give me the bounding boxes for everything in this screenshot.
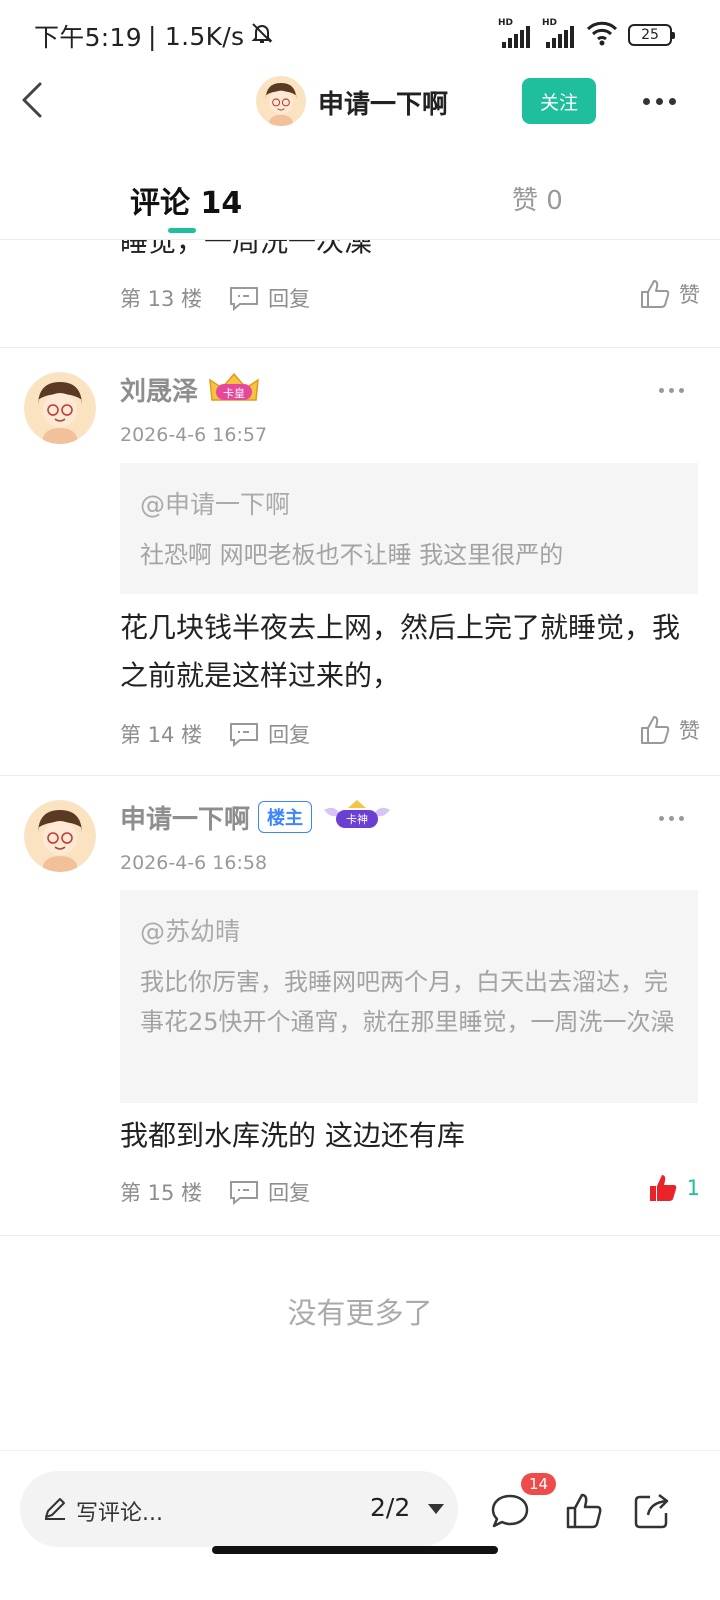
svg-text:卡皇: 卡皇 bbox=[223, 386, 245, 400]
status-time: 下午5:19 bbox=[34, 23, 142, 52]
status-right: HD HD 25 bbox=[498, 18, 675, 50]
crown-badge-icon: 卡皇 bbox=[206, 370, 262, 408]
comment-timestamp: 2026-4-6 16:58 bbox=[120, 852, 268, 874]
username[interactable]: 申请一下啊 bbox=[120, 799, 250, 836]
more-options-icon[interactable] bbox=[643, 98, 676, 105]
floor-label: 第 13 楼 bbox=[120, 287, 203, 311]
signal-icon-2: HD bbox=[542, 18, 576, 48]
battery-icon: 25 bbox=[628, 24, 675, 46]
list-item: 睡觉，一周洗一次澡 第 13 楼 回复 赞 bbox=[0, 240, 720, 348]
reply-icon bbox=[230, 723, 259, 747]
bottom-bar: 写评论... 2/2 14 bbox=[0, 1450, 720, 1600]
comment-meta: 第 14 楼 回复 赞 bbox=[120, 714, 700, 754]
username[interactable]: 刘晟泽 bbox=[120, 371, 198, 408]
comment-body-fragment: 睡觉，一周洗一次澡 bbox=[120, 240, 373, 258]
thumb-up-icon bbox=[641, 716, 670, 744]
status-net-speed: | 1.5K/s bbox=[147, 21, 245, 51]
comment-body: 我都到水库洗的 这边还有库 bbox=[120, 1119, 465, 1152]
quoted-text: 社恐啊 网吧老板也不让睡 我这里很严的 bbox=[140, 541, 564, 569]
quoted-text: 我比你厉害，我睡网吧两个月，白天出去溜达，完事花25快开个通宵，就在那里睡觉，一… bbox=[140, 968, 675, 1036]
like-button[interactable]: 赞 bbox=[639, 714, 700, 746]
like-button[interactable]: 赞 bbox=[639, 278, 700, 310]
no-more-label: 没有更多了 bbox=[287, 1296, 433, 1330]
quoted-reply[interactable]: @苏幼晴 我比你厉害，我睡网吧两个月，白天出去溜达，完事花25快开个通宵，就在那… bbox=[120, 890, 698, 1103]
like-count: 1 bbox=[686, 1176, 700, 1200]
signal-icon: HD bbox=[498, 18, 532, 48]
like-button[interactable]: 1 bbox=[647, 1172, 700, 1204]
comment-header: 申请一下啊 楼主 卡神 bbox=[120, 798, 394, 836]
comment-count-badge: 14 bbox=[521, 1473, 557, 1495]
comment-meta: 第 13 楼 回复 赞 bbox=[120, 278, 700, 318]
tab-likes[interactable]: 赞 0 bbox=[512, 180, 563, 217]
page-indicator[interactable]: 2/2 bbox=[370, 1493, 410, 1522]
home-indicator[interactable] bbox=[212, 1546, 498, 1554]
pen-icon bbox=[42, 1495, 68, 1525]
thumb-up-filled-icon bbox=[649, 1175, 676, 1201]
header-avatar[interactable] bbox=[256, 76, 306, 126]
more-options-icon[interactable] bbox=[659, 816, 684, 821]
reply-icon bbox=[230, 1181, 259, 1205]
floor-label: 第 15 楼 bbox=[120, 1181, 203, 1205]
top-nav: 申请一下啊 关注 bbox=[0, 70, 720, 132]
comment-item: 申请一下啊 楼主 卡神 2026-4-6 16:58 @苏幼晴 我比你厉害，我睡… bbox=[0, 776, 720, 1236]
battery-level: 25 bbox=[641, 27, 659, 43]
comment-tabs: 评论 14 赞 0 bbox=[0, 160, 720, 240]
comment-input-placeholder: 写评论... bbox=[76, 1501, 163, 1526]
comment-meta: 第 15 楼 回复 1 bbox=[120, 1172, 700, 1212]
comment-timestamp: 2026-4-6 16:57 bbox=[120, 424, 268, 446]
comment-body: 花几块钱半夜去上网，然后上完了就睡觉，我之前就是这样过来的， bbox=[120, 611, 681, 692]
floor-label: 第 14 楼 bbox=[120, 723, 203, 747]
wings-badge-icon: 卡神 bbox=[320, 798, 394, 836]
comment-input[interactable]: 写评论... 2/2 bbox=[20, 1471, 458, 1547]
more-options-icon[interactable] bbox=[659, 388, 684, 393]
comment-icon[interactable] bbox=[490, 1491, 530, 1535]
follow-button[interactable]: 关注 bbox=[522, 78, 596, 124]
reply-button[interactable]: 回复 bbox=[228, 283, 310, 313]
svg-text:卡神: 卡神 bbox=[346, 812, 368, 826]
reply-button[interactable]: 回复 bbox=[228, 1177, 310, 1207]
share-icon[interactable] bbox=[632, 1491, 672, 1535]
back-button[interactable] bbox=[18, 80, 48, 120]
quoted-reply[interactable]: @申请一下啊 社恐啊 网吧老板也不让睡 我这里很严的 bbox=[120, 463, 698, 594]
avatar[interactable] bbox=[24, 372, 96, 444]
quoted-user: @苏幼晴 bbox=[140, 917, 241, 946]
thumb-up-icon[interactable] bbox=[564, 1491, 604, 1535]
tab-comments[interactable]: 评论 14 bbox=[130, 178, 242, 222]
quoted-user: @申请一下啊 bbox=[140, 490, 291, 519]
comment-list: 睡觉，一周洗一次澡 第 13 楼 回复 赞 刘晟泽 卡皇 2026-4-6 16… bbox=[0, 240, 720, 1236]
thumb-up-icon bbox=[641, 280, 670, 308]
avatar[interactable] bbox=[24, 800, 96, 872]
active-tab-indicator bbox=[168, 228, 196, 233]
mute-bell-icon bbox=[250, 21, 274, 51]
status-left: 下午5:19 | 1.5K/s bbox=[34, 18, 274, 54]
owner-badge: 楼主 bbox=[258, 801, 313, 833]
wifi-icon bbox=[586, 20, 618, 50]
reply-icon bbox=[230, 287, 259, 311]
comment-item: 刘晟泽 卡皇 2026-4-6 16:57 @申请一下啊 社恐啊 网吧老板也不让… bbox=[0, 348, 720, 776]
status-bar: 下午5:19 | 1.5K/s HD HD 25 bbox=[0, 0, 720, 70]
header-title[interactable]: 申请一下啊 bbox=[318, 84, 448, 121]
chevron-down-icon[interactable] bbox=[428, 1504, 444, 1514]
reply-button[interactable]: 回复 bbox=[228, 719, 310, 749]
comment-header: 刘晟泽 卡皇 bbox=[120, 370, 262, 408]
